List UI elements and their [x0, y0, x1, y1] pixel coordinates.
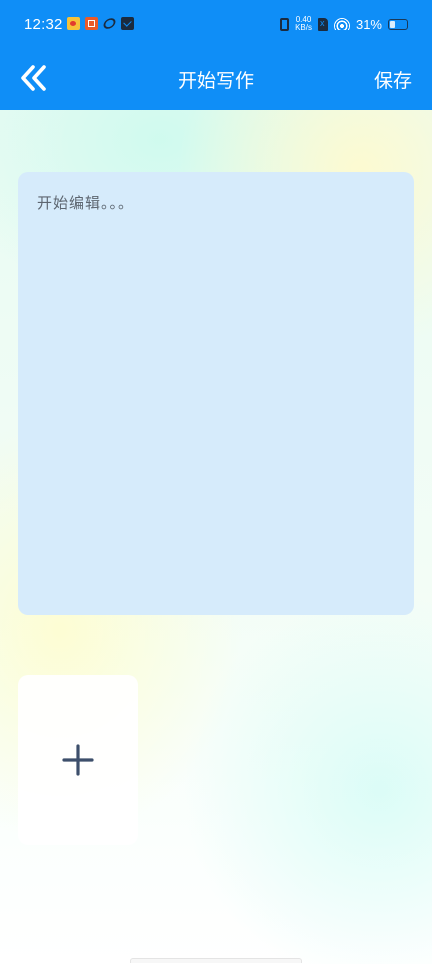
status-bar: 12:32 0.40 KB/s 31% [0, 0, 432, 52]
network-speed-unit: KB/s [295, 23, 312, 32]
save-button[interactable]: 保存 [374, 66, 412, 93]
navigation-bar: 开始写作 保存 [0, 52, 432, 110]
status-indicators: 0.40 KB/s 31% [280, 16, 408, 32]
notification-icons [67, 16, 134, 31]
no-sim-icon [317, 17, 328, 31]
network-speed: 0.40 KB/s [295, 16, 312, 32]
battery-level [390, 20, 395, 28]
editor-placeholder: 开始编辑。。。 [37, 194, 135, 212]
app-header: 12:32 0.40 KB/s 31% [0, 0, 432, 110]
weibo-notification-icon [67, 17, 80, 30]
home-indicator[interactable] [130, 958, 302, 963]
mail-notification-icon [121, 17, 134, 30]
battery-icon [388, 18, 408, 30]
content-editor[interactable]: 开始编辑。。。 [18, 172, 414, 615]
vibrate-icon [280, 17, 290, 31]
plus-icon [62, 744, 94, 776]
add-image-button[interactable] [18, 675, 138, 845]
battery-percent: 31% [355, 16, 382, 32]
link-notification-icon [101, 16, 118, 31]
status-time: 12:32 [24, 16, 63, 33]
wifi-icon [333, 18, 350, 30]
news-notification-icon [85, 17, 98, 30]
page-title: 开始写作 [177, 70, 254, 92]
